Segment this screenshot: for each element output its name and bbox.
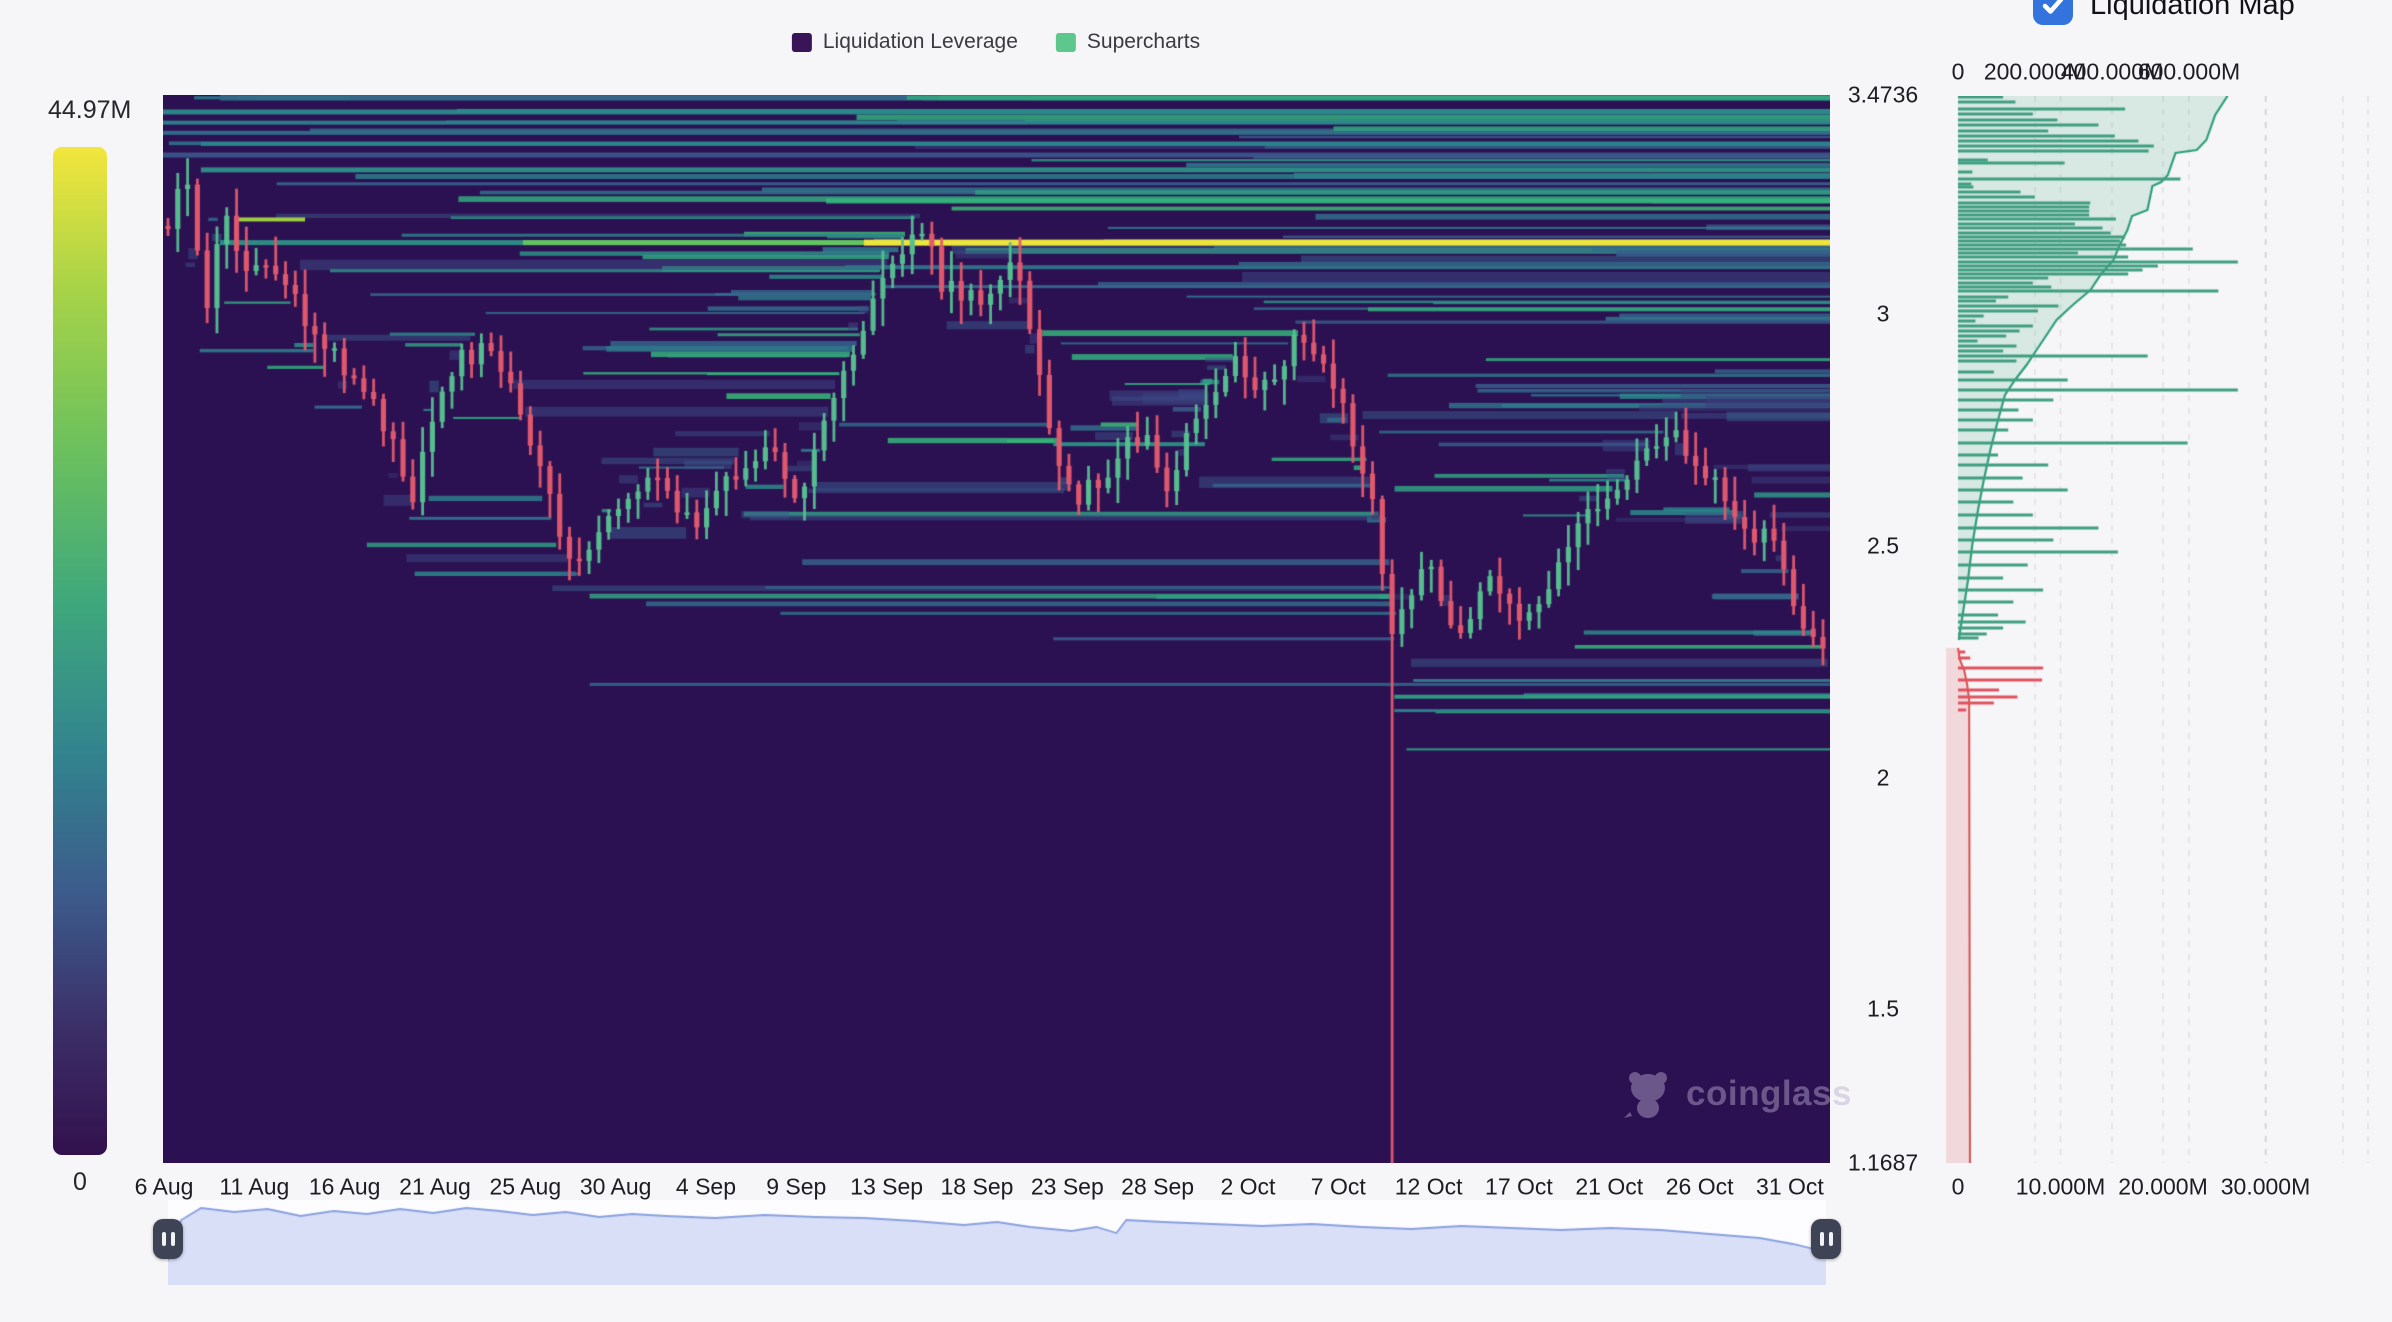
liqmap-bottom-axis-tick: 10.000M xyxy=(2016,1174,2106,1201)
date-axis-tick: 17 Oct xyxy=(1485,1174,1553,1201)
date-axis-tick: 26 Oct xyxy=(1666,1174,1734,1201)
liqmap-top-axis-tick: 600.000M xyxy=(2138,59,2240,86)
date-axis-tick: 4 Sep xyxy=(676,1174,736,1201)
date-axis-tick: 18 Sep xyxy=(941,1174,1014,1201)
navigator-handle-left[interactable] xyxy=(153,1219,183,1259)
liquidation-map-toggle[interactable]: Liquidation Map xyxy=(2033,0,2295,25)
date-axis-tick: 25 Aug xyxy=(489,1174,561,1201)
liqmap-bottom-axis-tick: 30.000M xyxy=(2221,1174,2311,1201)
date-axis-tick: 28 Sep xyxy=(1121,1174,1194,1201)
date-axis-tick: 7 Oct xyxy=(1311,1174,1366,1201)
colorbar xyxy=(53,147,107,1155)
date-axis-tick: 23 Sep xyxy=(1031,1174,1104,1201)
liquidation-heatmap-canvas[interactable] xyxy=(163,95,1830,1163)
date-axis-tick: 21 Aug xyxy=(399,1174,471,1201)
price-axis-tick: 1.1687 xyxy=(1848,1150,1918,1177)
date-axis-tick: 13 Sep xyxy=(850,1174,923,1201)
checkbox-checked-icon[interactable] xyxy=(2033,0,2073,25)
liquidation-heatmap-page: 44.97M 0 Liquidation Leverage Supercharts… xyxy=(0,0,2392,1322)
price-axis-tick: 3 xyxy=(1877,301,1890,328)
date-axis-tick: 31 Oct xyxy=(1756,1174,1824,1201)
date-axis-tick: 6 Aug xyxy=(135,1174,194,1201)
date-axis-tick: 11 Aug xyxy=(219,1174,289,1201)
legend-item-1[interactable]: Supercharts xyxy=(1056,30,1200,54)
liqmap-top-axis-tick: 0 xyxy=(1952,59,1965,86)
colorbar-max-label: 44.97M xyxy=(48,96,131,125)
colorbar-min-label: 0 xyxy=(73,1168,87,1197)
price-axis-tick: 3.4736 xyxy=(1848,82,1918,109)
navigator-canvas[interactable] xyxy=(168,1200,1826,1285)
legend-label: Liquidation Leverage xyxy=(823,30,1018,54)
legend-item-0[interactable]: Liquidation Leverage xyxy=(792,30,1018,54)
legend: Liquidation Leverage Supercharts xyxy=(792,30,1200,54)
date-axis-tick: 16 Aug xyxy=(309,1174,381,1201)
legend-label: Supercharts xyxy=(1087,30,1200,54)
date-axis-tick: 2 Oct xyxy=(1220,1174,1275,1201)
legend-swatch xyxy=(1056,33,1076,52)
date-axis-tick: 30 Aug xyxy=(580,1174,652,1201)
date-axis-tick: 9 Sep xyxy=(766,1174,826,1201)
liqmap-bottom-axis-tick: 0 xyxy=(1952,1174,1965,1201)
legend-swatch xyxy=(792,33,812,52)
navigator-handle-right[interactable] xyxy=(1811,1219,1841,1259)
date-axis-tick: 12 Oct xyxy=(1395,1174,1463,1201)
liquidation-map-toggle-label: Liquidation Map xyxy=(2090,0,2295,25)
date-axis-tick: 21 Oct xyxy=(1575,1174,1643,1201)
price-axis-tick: 2.5 xyxy=(1867,533,1899,560)
price-axis-tick: 1.5 xyxy=(1867,996,1899,1023)
liqmap-bottom-axis-tick: 20.000M xyxy=(2118,1174,2208,1201)
price-axis-tick: 2 xyxy=(1877,764,1890,791)
liquidation-map-canvas[interactable] xyxy=(1944,96,2392,1163)
